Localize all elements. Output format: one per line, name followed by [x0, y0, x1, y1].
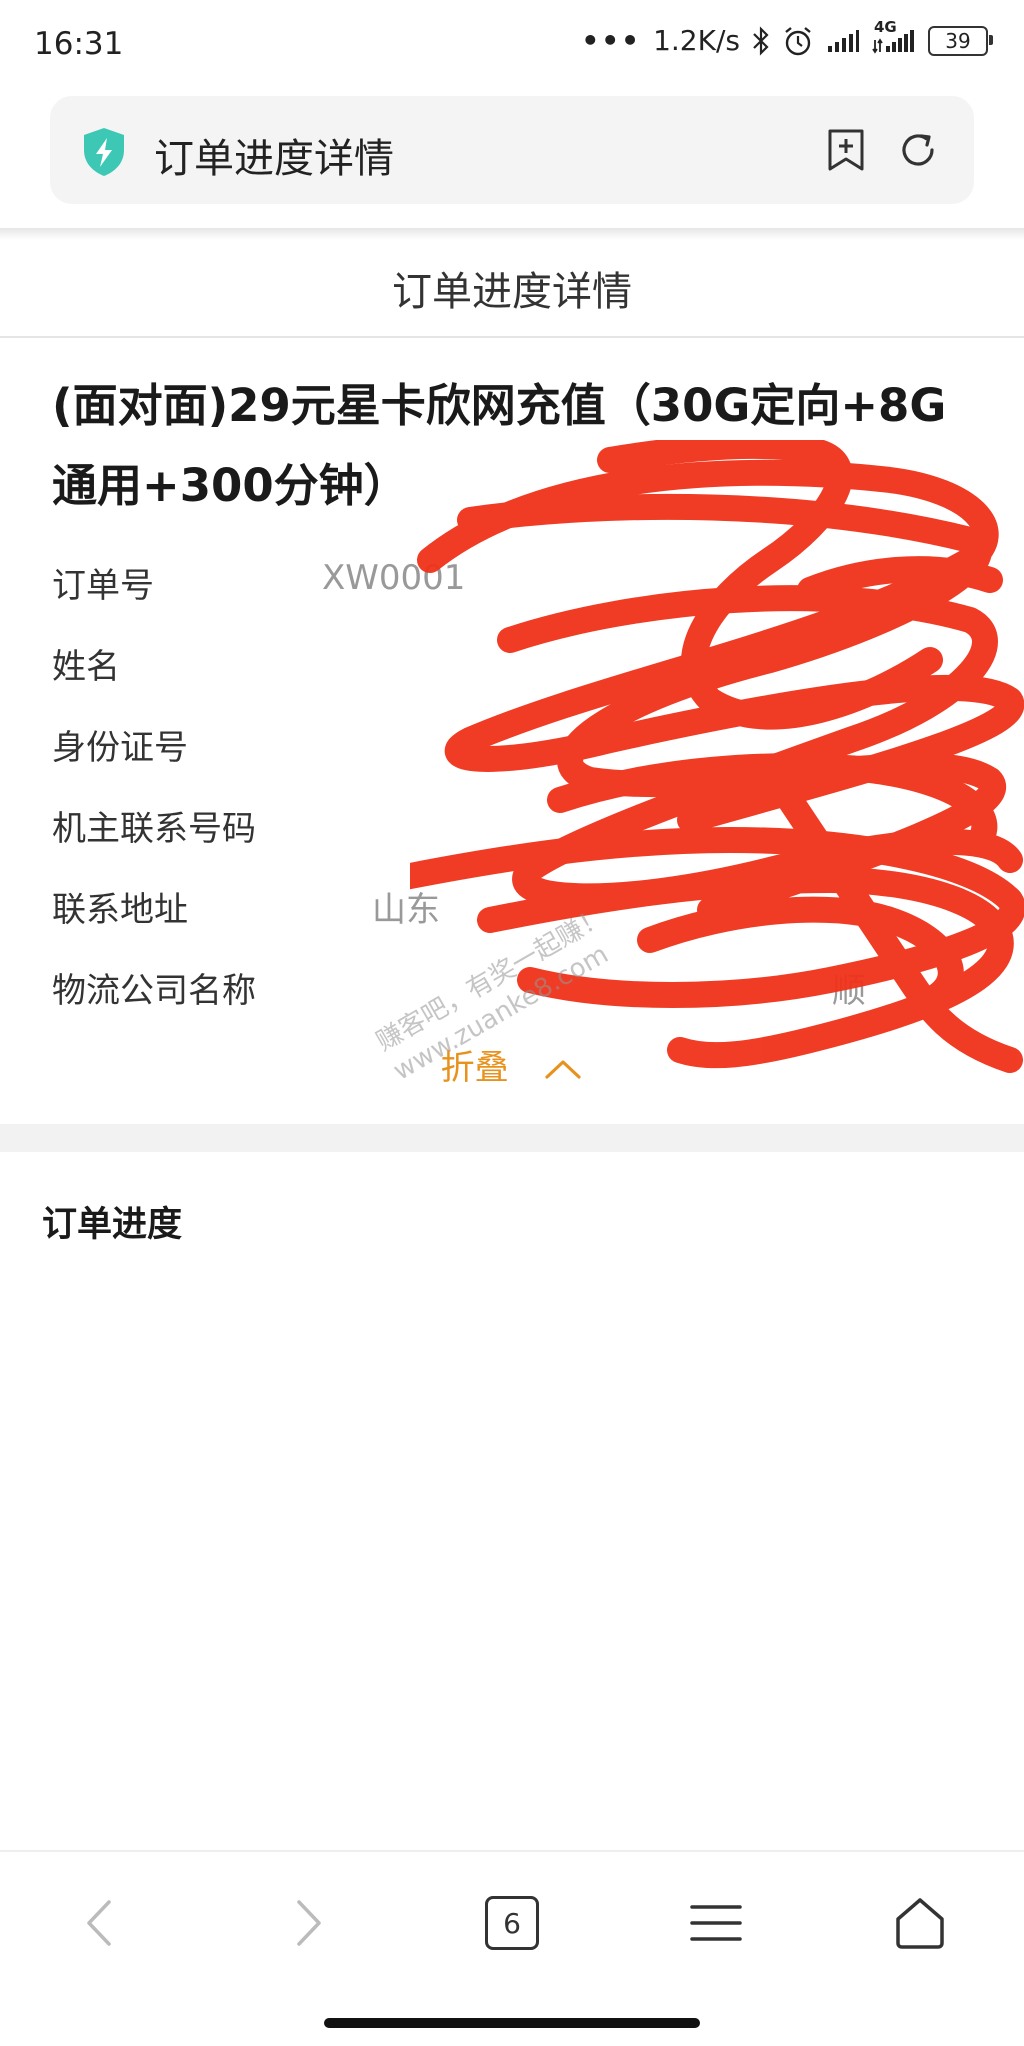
product-title: (面对面)29元星卡欣网充值（30G定向+8G通用+300分钟） — [52, 379, 947, 512]
detail-value: 顺 — [832, 971, 866, 1011]
address-bar[interactable]: 订单进度详情 — [50, 96, 974, 204]
order-details: 订单号 XW0001 姓名 身份证号 机主联系号码 联系地址 山东 物流公司名称… — [52, 548, 972, 1034]
more-dots-icon: ••• — [581, 24, 642, 57]
alarm-icon — [782, 25, 814, 57]
battery-level: 39 — [945, 28, 971, 53]
chevron-up-icon[interactable] — [543, 1050, 583, 1090]
detail-value: 山东 — [372, 890, 440, 930]
network-type-label: 4G — [874, 17, 897, 36]
page-header: 订单进度详情 — [0, 240, 1024, 338]
section-divider — [0, 1124, 1024, 1152]
detail-row-address: 联系地址 山东 — [52, 872, 972, 953]
status-icons: ••• 1.2K/s 4G 39 — [581, 18, 993, 57]
detail-row-logistics: 物流公司名称 顺 — [52, 953, 972, 1034]
status-bar: 16:31 ••• 1.2K/s 4G 39 — [0, 0, 1024, 90]
detail-label: 物流公司名称 — [52, 971, 256, 1011]
fold-label[interactable]: 折叠 — [441, 1048, 509, 1088]
detail-row-order-number: 订单号 XW0001 — [52, 548, 972, 629]
detail-label: 联系地址 — [52, 890, 188, 930]
home-button[interactable] — [885, 1888, 955, 1958]
fold-toggle[interactable]: 折叠 — [0, 1040, 1024, 1090]
security-shield-icon[interactable] — [80, 126, 128, 178]
add-bookmark-icon[interactable] — [826, 128, 866, 172]
tabs-button[interactable]: 6 — [477, 1888, 547, 1958]
detail-label: 机主联系号码 — [52, 809, 256, 849]
chevron-left-icon[interactable] — [81, 1898, 117, 1948]
toolbar-shadow — [0, 228, 1024, 240]
detail-value: XW0001 — [322, 558, 466, 598]
tab-count[interactable]: 6 — [485, 1896, 539, 1950]
detail-label: 姓名 — [52, 647, 120, 687]
detail-label: 订单号 — [52, 566, 154, 606]
gesture-home-bar[interactable] — [324, 2018, 700, 2028]
back-button[interactable] — [64, 1888, 134, 1958]
signal-icon — [826, 28, 860, 54]
address-title[interactable]: 订单进度详情 — [154, 126, 394, 184]
chevron-right-icon[interactable] — [291, 1898, 327, 1948]
menu-button[interactable] — [681, 1888, 751, 1958]
detail-row-contact-phone: 机主联系号码 — [52, 791, 972, 872]
refresh-icon[interactable] — [896, 128, 940, 172]
menu-icon[interactable] — [689, 1901, 743, 1945]
home-icon[interactable] — [892, 1895, 948, 1951]
detail-row-name: 姓名 — [52, 629, 972, 710]
bluetooth-icon — [752, 25, 770, 56]
signal-4g-icon: 4G — [872, 18, 916, 54]
network-speed: 1.2K/s — [653, 24, 740, 57]
browser-bottom-nav: 6 — [0, 1850, 1024, 1982]
order-progress-title: 订单进度 — [42, 1205, 183, 1245]
page-title: 订单进度详情 — [392, 269, 632, 315]
detail-row-id-number: 身份证号 — [52, 710, 972, 791]
battery-icon: 39 — [928, 25, 993, 56]
status-time: 16:31 — [34, 26, 124, 62]
detail-label: 身份证号 — [52, 728, 188, 768]
forward-button[interactable] — [274, 1888, 344, 1958]
